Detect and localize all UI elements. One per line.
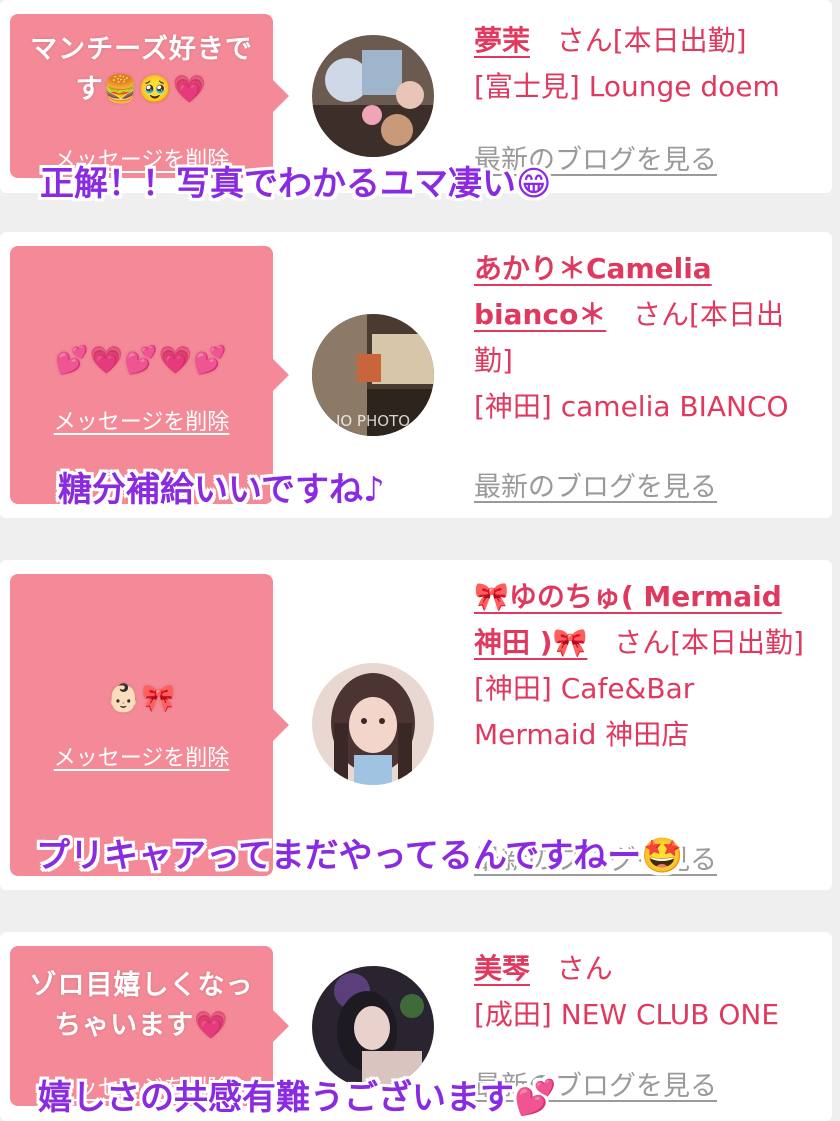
shop-location: [富士見] Lounge doem [474,70,780,103]
delete-message-link[interactable]: メッセージを削除 [10,404,273,436]
overlay-caption: 正解！！写真でわかるユマ凄い😁 [40,164,552,204]
delete-message-link[interactable]: メッセージを削除 [10,740,273,772]
shop-location: [神田] camelia BIANCO [474,390,789,423]
shop-location: [成田] NEW CLUB ONE [474,998,780,1031]
message-bubble: 💕💗💕💗💕 メッセージを削除 [10,246,289,504]
shop-info: 夢茉 さん[本日出勤] [富士見] Lounge doem [474,18,814,110]
message-bubble: マンチーズ好きです🍔🥹💗 メッセージを削除 [10,14,289,178]
girl-name-link[interactable]: 夢茉 [474,24,530,57]
shop-info: 美琴 さん [成田] NEW CLUB ONE [474,946,814,1038]
message-text: マンチーズ好きです🍔🥹💗 [30,34,253,105]
message-bubble: 👶🏻🎀 メッセージを削除 [10,574,289,876]
avatar-watermark: IO PHOTO [336,412,410,430]
message-text: ゾロ目嬉しくなっちゃいます💗 [29,970,254,1041]
status-text: さん[本日出勤] [614,626,804,659]
overlay-caption: 糖分補給いいですね♪ [58,470,385,510]
avatar[interactable] [312,35,434,157]
shop-location: [神田] Cafe&Bar Mermaid 神田店 [474,672,695,751]
message-text: 💕💗💕💗💕 [54,345,229,376]
shop-info: 🎀ゆのちゅ( Mermaid 神田 )🎀 さん[本日出勤] [神田] Cafe&… [474,574,814,758]
latest-blog-link[interactable]: 最新のブログを見る [474,465,717,504]
status-text: さん [556,952,613,985]
avatar[interactable] [312,966,434,1088]
avatar[interactable] [312,663,434,785]
overlay-caption: プリキャアってまだやってるんですねー🤩 [36,836,684,876]
overlay-caption: 嬉しさの共感有難うございます💕 [38,1078,557,1118]
shop-info: あかり＊Camelia bianco＊ さん[本日出勤] [神田] cameli… [474,246,814,430]
message-text: 👶🏻🎀 [106,683,177,714]
girl-name-link[interactable]: 美琴 [474,952,530,985]
status-text: さん[本日出勤] [556,24,747,57]
avatar[interactable]: IO PHOTO [312,314,434,436]
